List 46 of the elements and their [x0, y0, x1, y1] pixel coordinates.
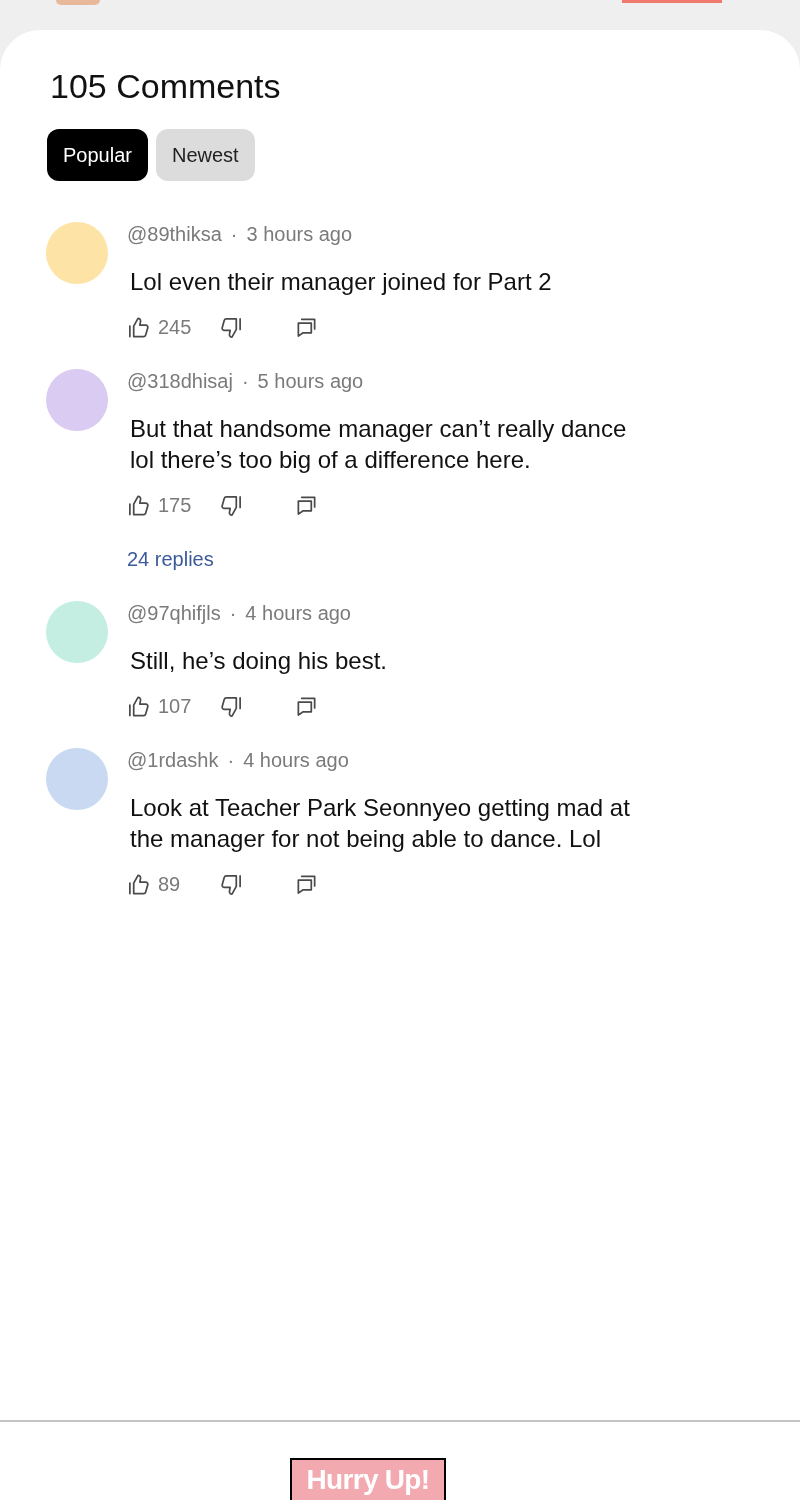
meta-separator: · [229, 601, 237, 625]
thumbs-down-icon [220, 694, 243, 718]
comment-text: Lol even their manager joined for Part 2 [130, 267, 552, 297]
reply-icon [295, 694, 318, 718]
like-button[interactable]: 175 [127, 493, 192, 517]
dislike-button[interactable] [220, 315, 243, 339]
meta-separator: · [230, 222, 238, 246]
comment-text: But that handsome manager can’t really dance lol there’s too big of a difference here. [130, 414, 627, 475]
hurry-up-sign: Hurry Up! [290, 1458, 446, 1500]
comment-text: Look at Teacher Park Seonnyeo getting mad at the manager for not being able to dance. Lol [130, 793, 630, 854]
like-button[interactable]: 107 [127, 694, 192, 718]
dislike-button[interactable] [220, 872, 243, 896]
meta-separator: · [241, 369, 249, 393]
reply-icon [295, 315, 318, 339]
reply-button[interactable] [295, 872, 318, 896]
username[interactable]: @97qhifjls [127, 601, 221, 625]
username[interactable]: @1rdashk [127, 748, 219, 772]
thumbs-up-icon [127, 694, 150, 718]
like-button[interactable]: 89 [127, 872, 181, 896]
sort-tab[interactable]: Newest [155, 129, 255, 181]
replies-link[interactable]: 24 replies [127, 547, 214, 571]
sort-tab[interactable]: Popular [47, 129, 148, 181]
comments-heading: 105 Comments [50, 66, 282, 106]
reply-icon [295, 493, 318, 517]
comment-time: 3 hours ago [246, 222, 353, 246]
username[interactable]: @89thiksa [127, 222, 222, 246]
thumbs-down-icon [220, 493, 243, 517]
username[interactable]: @318dhisaj [127, 369, 233, 393]
thumbs-up-icon [127, 315, 150, 339]
thumbs-up-icon [127, 872, 150, 896]
dislike-button[interactable] [220, 493, 243, 517]
reply-button[interactable] [295, 694, 318, 718]
comment-text: Still, he’s doing his best. [130, 646, 388, 676]
meta-separator: · [227, 748, 235, 772]
profile-avatar [56, 0, 100, 5]
thumbs-down-icon [220, 872, 243, 896]
reply-icon [295, 872, 318, 896]
reply-button[interactable] [295, 493, 318, 517]
comment-time: 5 hours ago [257, 369, 364, 393]
comment-time: 4 hours ago [245, 601, 351, 625]
thumbs-up-icon [127, 493, 150, 517]
thumbs-down-icon [220, 315, 243, 339]
dislike-button[interactable] [220, 694, 243, 718]
like-button[interactable]: 245 [127, 315, 192, 339]
comment-time: 4 hours ago [243, 748, 349, 772]
reply-button[interactable] [295, 315, 318, 339]
